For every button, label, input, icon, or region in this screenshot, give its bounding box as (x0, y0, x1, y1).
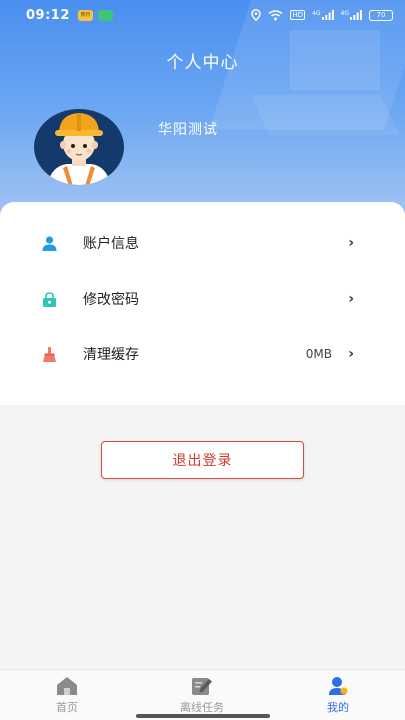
signal-icon-1: 4G (312, 10, 334, 20)
status-time: 09:12 (26, 7, 70, 23)
tab-home-label: 首页 (56, 701, 78, 714)
chevron-right-icon: › (348, 291, 354, 307)
chevron-right-icon: › (348, 346, 354, 362)
page-title: 个人中心 (166, 53, 239, 73)
menu-card: 账户信息 › 修改密码 › 清理缓存 0MB › (0, 202, 405, 405)
lock-icon (43, 291, 56, 307)
menu-item-label: 账户信息 (83, 236, 139, 252)
home-indicator[interactable] (136, 714, 270, 718)
tab-offline-tasks-label: 离线任务 (180, 701, 224, 714)
menu-item-change-password[interactable]: 修改密码 › (0, 279, 405, 319)
broom-icon (43, 346, 56, 362)
hd-icon: HD (290, 10, 306, 20)
tab-mine[interactable]: 我的 (298, 676, 378, 715)
user-name: 华阳测试 (158, 122, 218, 138)
user-icon (42, 235, 57, 251)
tab-mine-label: 我的 (327, 701, 349, 714)
chat-notification-icon (97, 9, 113, 21)
location-icon (251, 9, 262, 21)
avatar[interactable] (33, 108, 125, 186)
profile-page: 09:12 黄粉 HD 4G 4G 70 个人中心 华阳测试 账户信息 › 修改… (0, 0, 405, 720)
bottom-nav: 首页 离线任务 我的 (0, 669, 405, 720)
logout-button[interactable]: 退出登录 (101, 441, 304, 479)
wifi-icon (268, 9, 283, 20)
tab-offline-tasks[interactable]: 离线任务 (162, 676, 242, 715)
status-bar: 09:12 黄粉 HD 4G 4G 70 (0, 0, 405, 30)
tab-home[interactable]: 首页 (27, 676, 107, 715)
chevron-right-icon: › (348, 235, 354, 251)
edit-icon (192, 678, 212, 695)
app-notification-icon: 黄粉 (77, 9, 93, 21)
status-indicators: HD 4G 4G 70 (251, 9, 393, 21)
home-icon (57, 677, 77, 695)
menu-item-label: 清理缓存 (83, 347, 139, 363)
menu-item-label: 修改密码 (83, 292, 139, 308)
menu-item-clear-cache[interactable]: 清理缓存 0MB › (0, 334, 405, 374)
cache-size-value: 0MB (305, 347, 332, 361)
signal-icon-2: 4G (341, 10, 362, 20)
battery-icon: 70 (369, 9, 393, 21)
menu-item-account-info[interactable]: 账户信息 › (0, 223, 405, 263)
profile-icon (329, 677, 348, 695)
